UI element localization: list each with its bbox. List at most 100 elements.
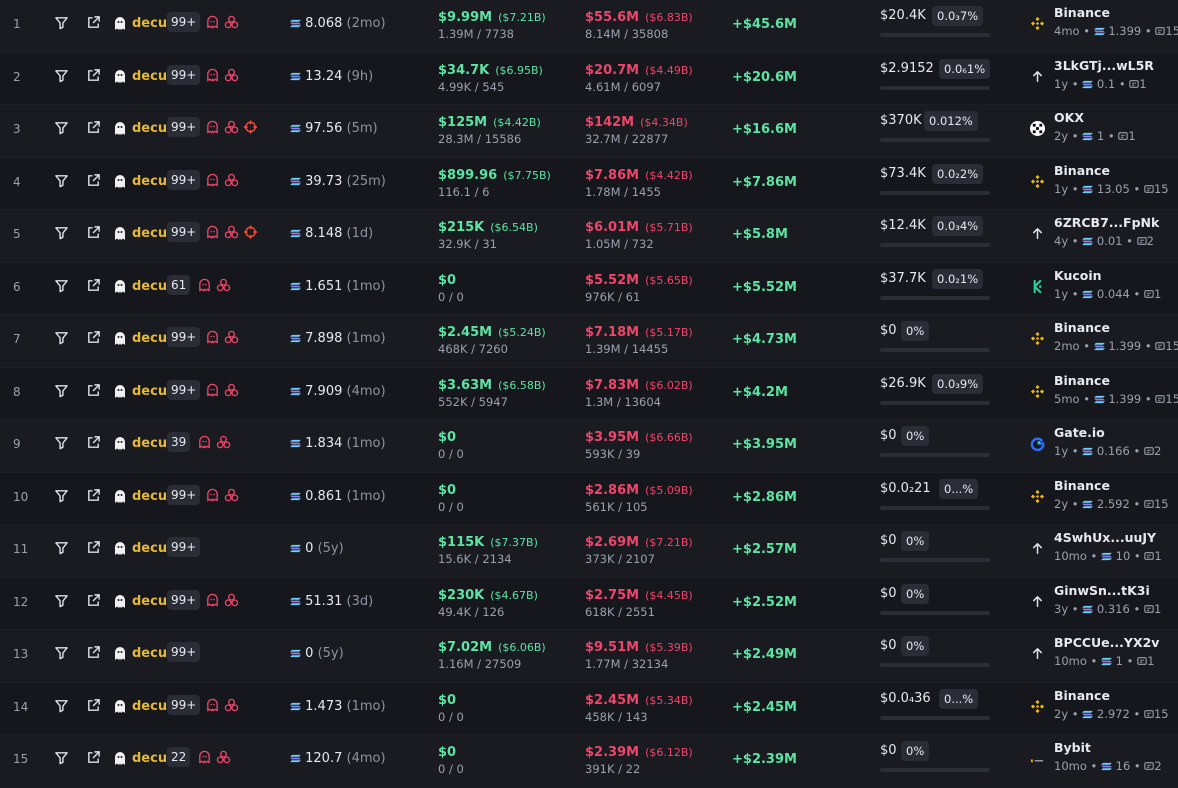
external-link-icon[interactable] bbox=[86, 120, 101, 135]
table-row[interactable]: 2 decu 99+ 13.24 (9h) $34.7K ($6.95B) 4.99K /… bbox=[0, 53, 1178, 105]
external-link-icon[interactable] bbox=[86, 488, 101, 503]
sold-usd: $3.95M ($6.66B) bbox=[585, 430, 693, 445]
external-link-icon[interactable] bbox=[86, 15, 101, 30]
trader-name-link[interactable]: decu bbox=[132, 121, 167, 136]
funding-source-name[interactable]: Bybit bbox=[1054, 740, 1091, 755]
trader-name-link[interactable]: decu bbox=[132, 331, 167, 346]
trader-name-link[interactable]: decu bbox=[132, 16, 167, 31]
trader-name-link[interactable]: decu bbox=[132, 436, 167, 451]
sold-usd: $2.39M ($6.12B) bbox=[585, 745, 693, 760]
external-link-icon[interactable] bbox=[86, 225, 101, 240]
external-link-icon[interactable] bbox=[86, 540, 101, 555]
filter-icon[interactable] bbox=[54, 488, 69, 503]
table-row[interactable]: 5 decu 99+ 8.148 (1d) $215K ($6.54B) 32.9K / … bbox=[0, 210, 1178, 263]
external-link-icon[interactable] bbox=[86, 383, 101, 398]
filter-icon[interactable] bbox=[54, 278, 69, 293]
external-link-icon[interactable] bbox=[86, 593, 101, 608]
funding-source-name[interactable]: Binance bbox=[1054, 320, 1110, 335]
funding-source-name[interactable]: 6ZRCB7...FpNk bbox=[1054, 215, 1159, 230]
table-row[interactable]: 4 decu 99+ 39.73 (25m) $899.96 ($7.75B) 116.1… bbox=[0, 158, 1178, 210]
funding-source-name[interactable]: Kucoin bbox=[1054, 268, 1102, 283]
holding-value: $0 bbox=[880, 428, 897, 443]
trade-count-badge: 99+ bbox=[167, 642, 201, 662]
funding-source-name[interactable]: Binance bbox=[1054, 688, 1110, 703]
funding-source-name[interactable]: GinwSn...tK3i bbox=[1054, 583, 1150, 598]
table-row[interactable]: 3 decu 99+ 97.56 (5m) $125M ($4.42B) 28.3M / … bbox=[0, 105, 1178, 158]
external-link-icon[interactable] bbox=[86, 698, 101, 713]
funding-source-name[interactable]: Binance bbox=[1054, 478, 1110, 493]
trader-name-link[interactable]: decu bbox=[132, 384, 167, 399]
funding-source-name[interactable]: 4SwhUx...uuJY bbox=[1054, 530, 1156, 545]
trader-name-link[interactable]: decu bbox=[132, 594, 167, 609]
filter-icon[interactable] bbox=[54, 383, 69, 398]
filter-icon[interactable] bbox=[54, 15, 69, 30]
holding-value: $0 bbox=[880, 323, 897, 338]
external-link-icon[interactable] bbox=[86, 330, 101, 345]
bought-mcap: ($5.24B) bbox=[498, 326, 546, 339]
balance-age: (1mo) bbox=[346, 488, 386, 504]
trader-name-link[interactable]: decu bbox=[132, 541, 167, 556]
filter-icon[interactable] bbox=[54, 225, 69, 240]
sold-mcap: ($4.42B) bbox=[645, 168, 693, 182]
trader-name-link[interactable]: decu bbox=[132, 751, 167, 766]
table-row[interactable]: 11 decu 99+ 0 (5y) $115K ($7.37B) 15.6K / 213… bbox=[0, 525, 1178, 578]
source-age: 1y bbox=[1054, 181, 1069, 196]
filter-icon[interactable] bbox=[54, 593, 69, 608]
ghost-flag-icon bbox=[197, 277, 212, 293]
filter-icon[interactable] bbox=[54, 750, 69, 765]
table-row[interactable]: 10 decu 99+ 0.861 (1mo) $0 0 / 0 $2.86M ($5.09… bbox=[0, 473, 1178, 525]
filter-icon[interactable] bbox=[54, 330, 69, 345]
funding-source-name[interactable]: Binance bbox=[1054, 5, 1110, 20]
filter-icon[interactable] bbox=[54, 540, 69, 555]
external-link-icon[interactable] bbox=[86, 435, 101, 450]
filter-icon[interactable] bbox=[54, 698, 69, 713]
bought-value: $7.02M bbox=[438, 640, 493, 655]
funding-source-name[interactable]: 3LkGTj...wL5R bbox=[1054, 58, 1154, 73]
filter-icon[interactable] bbox=[54, 435, 69, 450]
table-row[interactable]: 15 decu 22 120.7 (4mo) $0 0 / 0 $2.39M ($6.12B… bbox=[0, 735, 1178, 788]
holding-value: $0 bbox=[880, 585, 897, 601]
trader-name-link[interactable]: decu bbox=[132, 226, 167, 241]
filter-icon[interactable] bbox=[54, 645, 69, 660]
trader-name-link[interactable]: decu bbox=[132, 69, 167, 84]
trader-name-link[interactable]: decu bbox=[132, 646, 167, 661]
trader-name-link[interactable]: decu bbox=[132, 699, 167, 714]
balance-value: 13.24 bbox=[305, 68, 343, 84]
sold-amount-tx: 4.61M / 6097 bbox=[585, 79, 661, 94]
table-row[interactable]: 8 decu 99+ 7.909 (4mo) $3.63M ($6.58B) 552K /… bbox=[0, 368, 1178, 420]
external-link-icon[interactable] bbox=[86, 68, 101, 83]
funding-source-name[interactable]: Binance bbox=[1054, 163, 1110, 178]
filter-icon[interactable] bbox=[54, 120, 69, 135]
funding-source-name[interactable]: Gate.io bbox=[1054, 425, 1105, 440]
source-balance: 1.399 bbox=[1108, 339, 1142, 353]
trader-name-link[interactable]: decu bbox=[132, 279, 167, 294]
arrow-up-icon bbox=[1030, 646, 1045, 661]
table-row[interactable]: 6 decu 61 1.651 (1mo) $0 0 / 0 $5.52M ($5.65B)… bbox=[0, 263, 1178, 315]
sold-amount-tx: 1.39M / 14455 bbox=[585, 342, 669, 356]
table-row[interactable]: 13 decu 99+ 0 (5y) $7.02M ($6.06B) 1.16M / 27… bbox=[0, 630, 1178, 683]
external-link-icon[interactable] bbox=[86, 173, 101, 188]
balance-value: 8.148 bbox=[305, 226, 343, 241]
table-row[interactable]: 14 decu 99+ 1.473 (1mo) $0 0 / 0 $2.45M ($5.34… bbox=[0, 683, 1178, 735]
funding-source-meta: 3y • 0.316 • 1 bbox=[1054, 601, 1162, 616]
funding-source-name[interactable]: BPCCUe...YX2v bbox=[1054, 635, 1159, 650]
holding-bar bbox=[880, 768, 990, 772]
external-link-icon[interactable] bbox=[86, 645, 101, 660]
table-row[interactable]: 7 decu 99+ 7.898 (1mo) $2.45M ($5.24B) 468K /… bbox=[0, 315, 1178, 368]
funding-source-name[interactable]: OKX bbox=[1054, 110, 1084, 125]
trader-name-link[interactable]: decu bbox=[132, 174, 167, 189]
external-link-icon[interactable] bbox=[86, 750, 101, 765]
solana-icon bbox=[1082, 444, 1094, 458]
table-row[interactable]: 12 decu 99+ 51.31 (3d) $230K ($4.67B) 49.4K /… bbox=[0, 578, 1178, 630]
table-row[interactable]: 9 decu 39 1.834 (1mo) $0 0 / 0 $3.95M ($6.66B)… bbox=[0, 420, 1178, 473]
funding-source-name[interactable]: Binance bbox=[1054, 373, 1110, 388]
bought-amount-tx: 0 / 0 bbox=[438, 762, 464, 776]
bought-usd: $7.02M ($6.06B) bbox=[438, 640, 546, 655]
sol-balance: 120.7 (4mo) bbox=[290, 751, 386, 766]
table-row[interactable]: 1 decu 99+ 8.068 (2mo) $9.99M ($7.21B) 1.39M … bbox=[0, 0, 1178, 53]
cluster-flag-icon bbox=[224, 67, 239, 83]
trader-name-link[interactable]: decu bbox=[132, 489, 167, 504]
filter-icon[interactable] bbox=[54, 68, 69, 83]
filter-icon[interactable] bbox=[54, 173, 69, 188]
external-link-icon[interactable] bbox=[86, 278, 101, 293]
